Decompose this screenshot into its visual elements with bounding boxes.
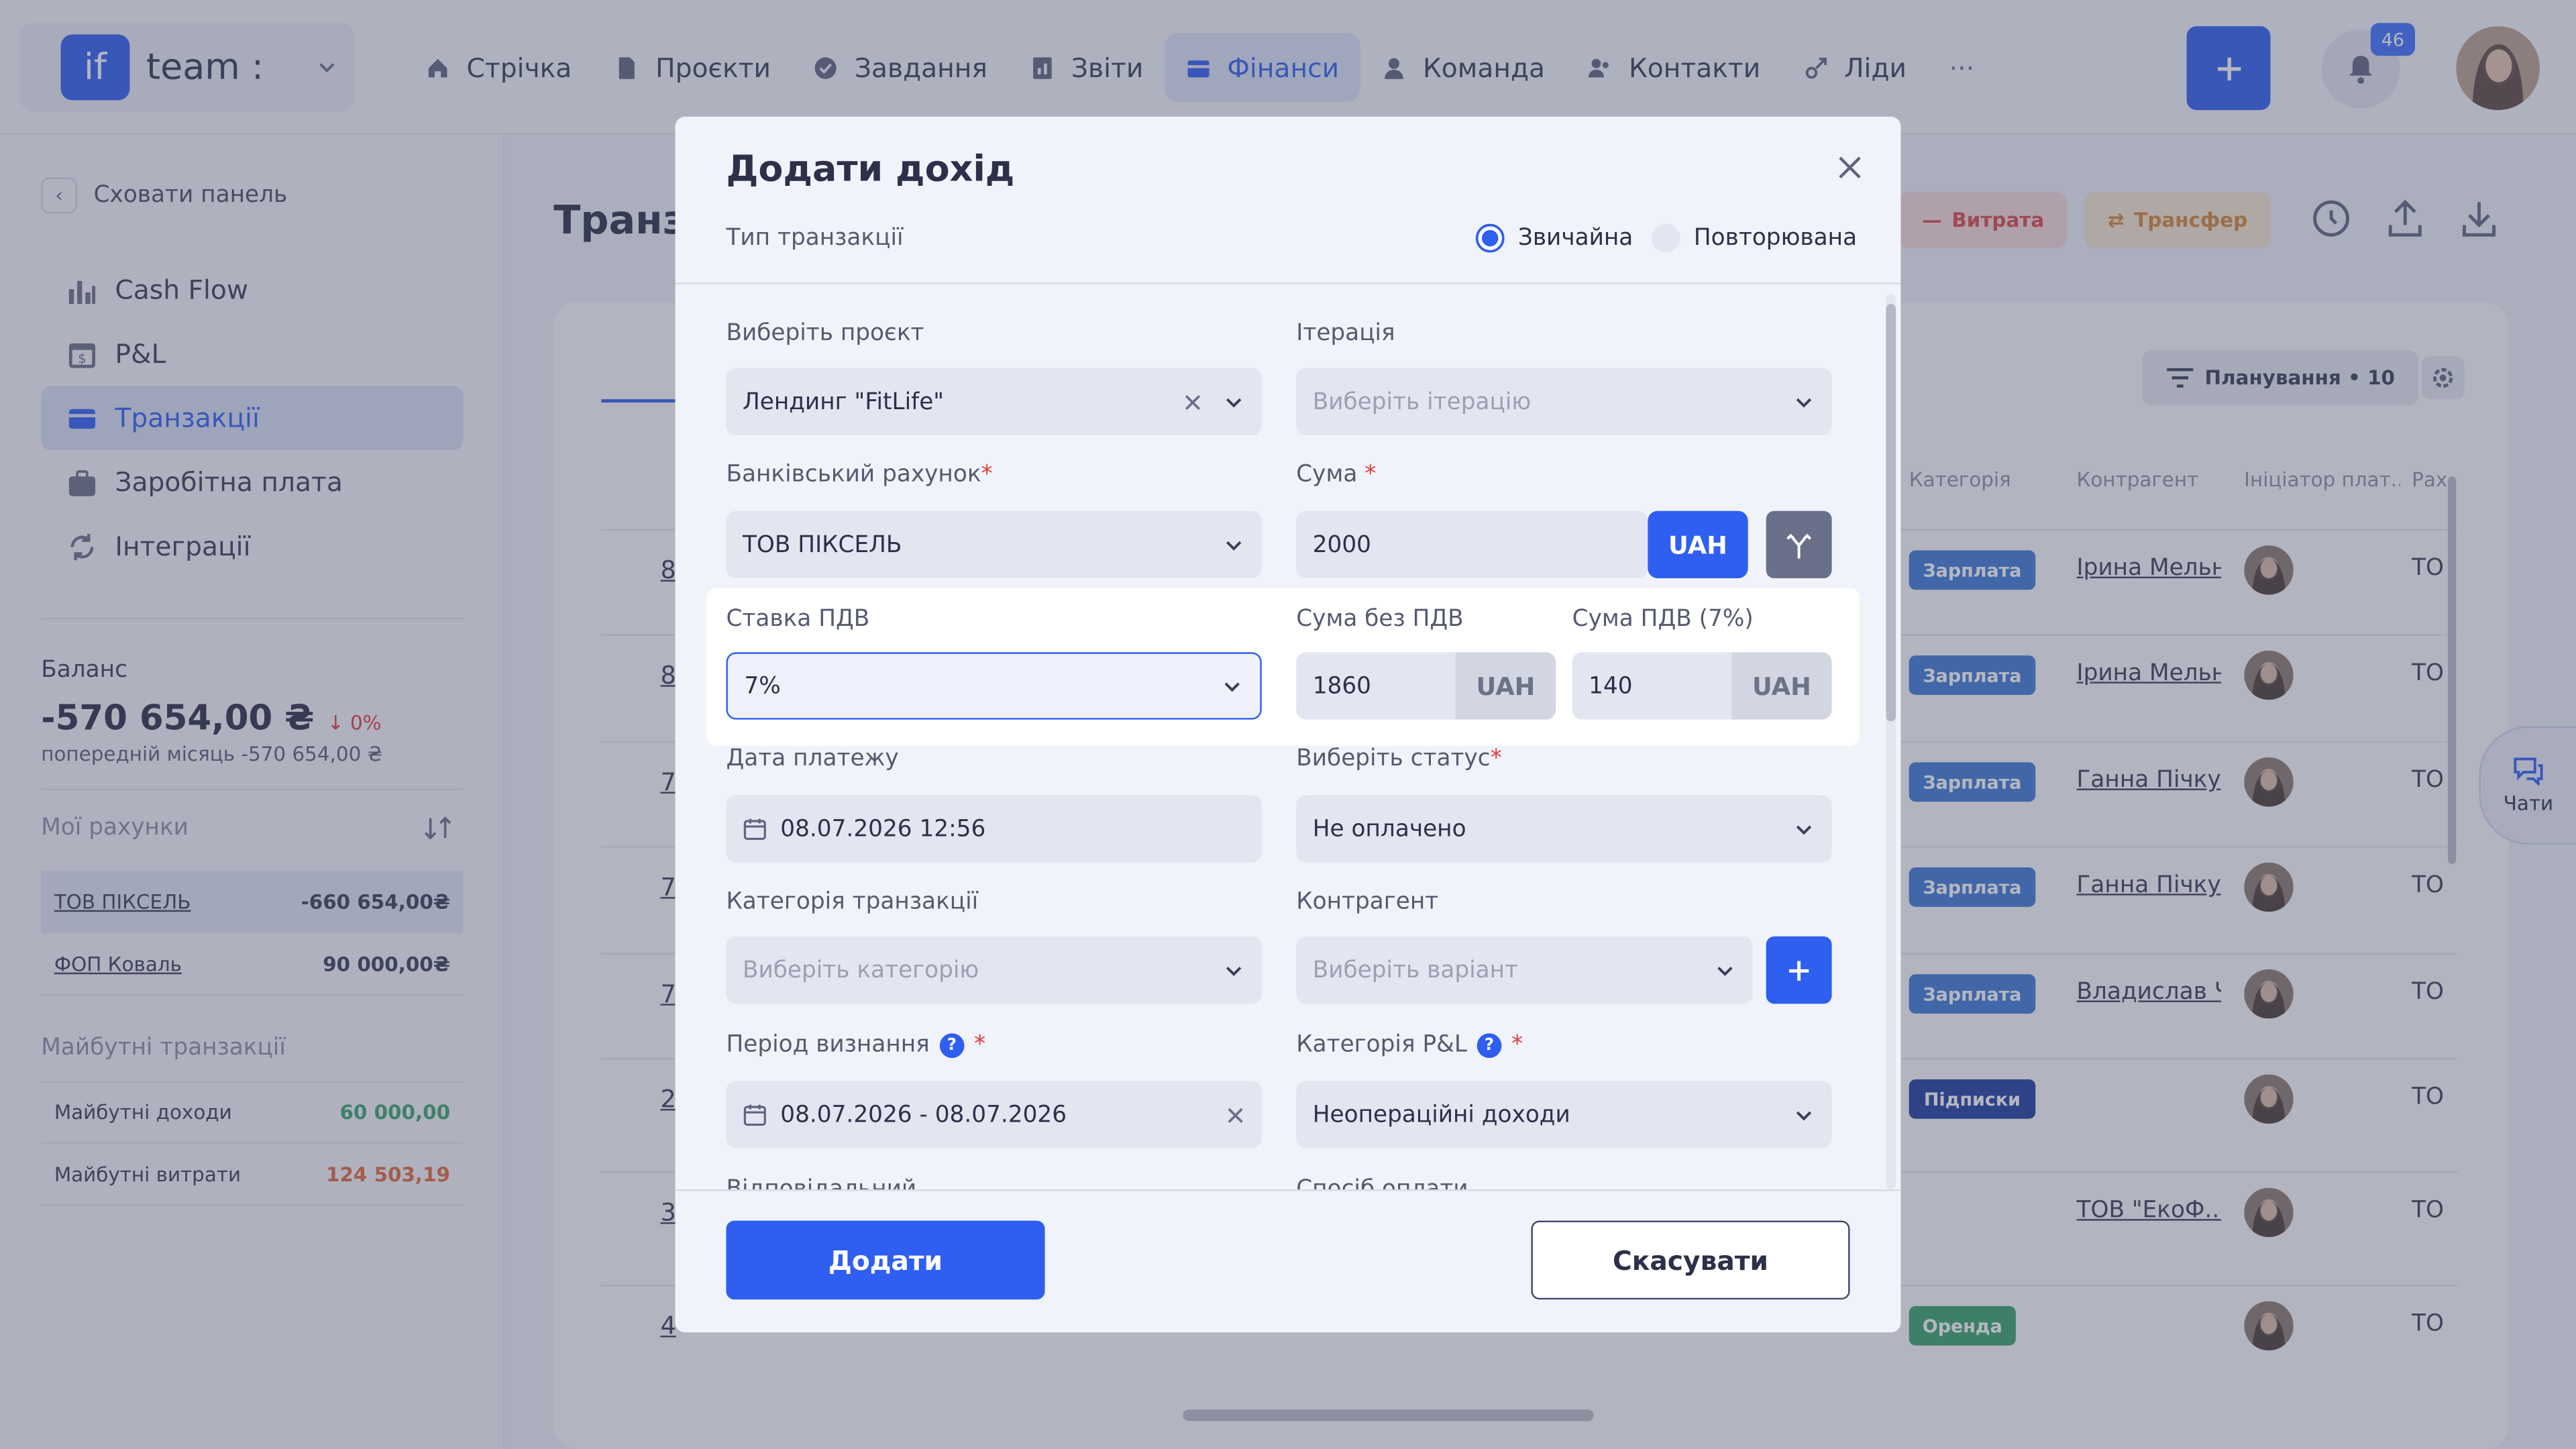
bank-account-label-text: Банківський рахунок bbox=[726, 462, 981, 488]
recognition-period-input[interactable]: 08.07.2026 - 08.07.2026 bbox=[726, 1081, 1262, 1148]
radio-regular[interactable]: Звичайна bbox=[1475, 223, 1633, 253]
radio-label: Звичайна bbox=[1517, 225, 1633, 252]
pl-category-value: Неопераційні доходи bbox=[1312, 1102, 1570, 1128]
vat-sum-value: 140 bbox=[1589, 672, 1633, 700]
chevron-down-icon bbox=[1717, 965, 1733, 975]
vat-rate-select[interactable]: 7% bbox=[726, 652, 1262, 720]
project-value: Лендинг "FitLife" bbox=[742, 388, 945, 415]
pl-category-label-text: Категорія P&L bbox=[1296, 1031, 1467, 1059]
transaction-type-label: Тип транзакції bbox=[726, 225, 904, 252]
radio-unchecked-icon bbox=[1651, 223, 1680, 253]
vat-sum-label: Сума ПДВ (7%) bbox=[1572, 606, 1754, 633]
radio-checked-icon bbox=[1475, 223, 1505, 253]
chevron-down-icon bbox=[1224, 682, 1240, 692]
contractor-select[interactable]: Виберіть варіант bbox=[1296, 936, 1754, 1004]
help-icon[interactable]: ? bbox=[1477, 1032, 1502, 1057]
close-icon[interactable] bbox=[1832, 150, 1868, 186]
sum-without-vat-value: 1860 bbox=[1312, 672, 1372, 700]
chevron-down-icon bbox=[1796, 397, 1812, 407]
project-label: Виберіть проєкт bbox=[726, 320, 924, 347]
bank-account-label: Банківський рахунок* bbox=[726, 462, 992, 488]
vat-rate-value: 7% bbox=[744, 672, 781, 700]
submit-button[interactable]: Додати bbox=[726, 1220, 1045, 1300]
chevron-down-icon bbox=[1226, 540, 1242, 550]
split-button[interactable] bbox=[1766, 511, 1832, 579]
iteration-label: Ітерація bbox=[1296, 320, 1395, 347]
currency-select[interactable]: UAH bbox=[1648, 511, 1748, 579]
recognition-period-label-text: Період визнання bbox=[726, 1031, 930, 1059]
vat-sum-input[interactable]: 140 bbox=[1572, 652, 1733, 720]
project-select[interactable]: Лендинг "FitLife" bbox=[726, 368, 1262, 435]
app-root: if team : Стрічка Проєкти Завдання Звіти bbox=[0, 0, 2576, 1449]
calendar-icon bbox=[743, 1104, 766, 1126]
required-mark: * bbox=[981, 462, 993, 488]
calendar-icon bbox=[743, 818, 766, 841]
payment-date-label: Дата платежу bbox=[726, 745, 899, 773]
payment-method-label: Спосіб оплати bbox=[1296, 1176, 1468, 1190]
responsible-label: Відповідальний bbox=[726, 1176, 917, 1190]
vat-rate-label: Ставка ПДВ bbox=[726, 606, 870, 633]
modal-scrollbar-thumb[interactable] bbox=[1886, 304, 1896, 722]
status-label-text: Виберіть статус bbox=[1296, 745, 1491, 773]
chevron-down-icon bbox=[1796, 1110, 1812, 1120]
sum-label: Сума * bbox=[1296, 462, 1376, 488]
sum-value: 2000 bbox=[1312, 531, 1372, 558]
split-icon bbox=[1786, 533, 1812, 558]
required-mark: * bbox=[1490, 745, 1502, 773]
status-label: Виберіть статус* bbox=[1296, 746, 1502, 772]
clear-icon[interactable] bbox=[1183, 392, 1202, 411]
category-label: Категорія транзакції bbox=[726, 888, 979, 916]
modal-divider bbox=[675, 282, 1901, 284]
required-mark: * bbox=[1364, 462, 1377, 488]
required-mark: * bbox=[1511, 1031, 1523, 1059]
payment-date-value: 08.07.2026 12:56 bbox=[780, 815, 986, 843]
chevron-down-icon bbox=[1796, 824, 1812, 835]
clear-icon[interactable] bbox=[1226, 1105, 1245, 1124]
add-contractor-button[interactable] bbox=[1766, 936, 1832, 1004]
sum-label-text: Сума bbox=[1296, 462, 1358, 488]
help-icon[interactable]: ? bbox=[939, 1032, 965, 1057]
plus-icon bbox=[1788, 960, 1809, 980]
recognition-period-label: Період визнання ? * bbox=[726, 1032, 985, 1058]
pl-category-label: Категорія P&L ? * bbox=[1296, 1032, 1523, 1058]
contractor-label: Контрагент bbox=[1296, 888, 1439, 916]
status-select[interactable]: Не оплачено bbox=[1296, 795, 1832, 863]
iteration-select[interactable]: Виберіть ітерацію bbox=[1296, 368, 1832, 435]
add-income-modal: Додати дохід Тип транзакції Звичайна Пов… bbox=[675, 116, 1901, 1333]
radio-label: Повторювана bbox=[1693, 225, 1858, 252]
category-placeholder: Виберіть категорію bbox=[742, 957, 979, 983]
bank-account-value: ТОВ ПІКСЕЛЬ bbox=[742, 531, 902, 558]
sum-without-vat-label: Сума без ПДВ bbox=[1296, 606, 1464, 633]
sum-without-vat-input[interactable]: 1860 bbox=[1296, 652, 1458, 720]
chevron-down-icon bbox=[1226, 397, 1242, 407]
bank-account-select[interactable]: ТОВ ПІКСЕЛЬ bbox=[726, 511, 1262, 579]
recognition-period-value: 08.07.2026 - 08.07.2026 bbox=[780, 1102, 1067, 1128]
contractor-placeholder: Виберіть варіант bbox=[1312, 957, 1519, 983]
iteration-placeholder: Виберіть ітерацію bbox=[1312, 388, 1532, 415]
modal-title: Додати дохід bbox=[726, 149, 1015, 191]
category-select[interactable]: Виберіть категорію bbox=[726, 936, 1262, 1004]
currency-unit: UAH bbox=[1731, 652, 1832, 720]
pl-category-select[interactable]: Неопераційні доходи bbox=[1296, 1081, 1832, 1148]
radio-recurring[interactable]: Повторювана bbox=[1651, 223, 1857, 253]
status-value: Не оплачено bbox=[1312, 815, 1466, 843]
payment-date-input[interactable]: 08.07.2026 12:56 bbox=[726, 795, 1262, 863]
sum-input[interactable]: 2000 bbox=[1296, 511, 1648, 579]
currency-unit: UAH bbox=[1455, 652, 1556, 720]
cancel-button[interactable]: Скасувати bbox=[1531, 1220, 1850, 1300]
chevron-down-icon bbox=[1226, 965, 1242, 975]
required-mark: * bbox=[973, 1031, 986, 1059]
